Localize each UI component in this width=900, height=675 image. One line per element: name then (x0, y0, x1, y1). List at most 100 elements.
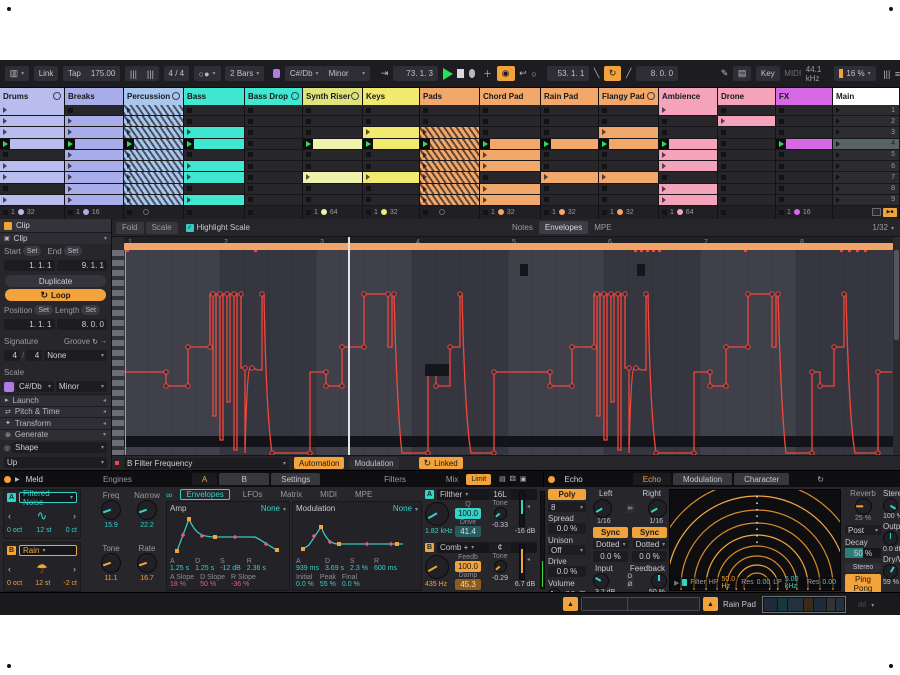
kbd-split-icon[interactable]: ▤ (499, 475, 506, 483)
hot-swap-icon[interactable]: ↻ (817, 475, 824, 484)
fold-button[interactable]: Fold (116, 222, 144, 234)
clip-slot[interactable] (65, 195, 123, 206)
engine-selector[interactable]: BRain▾ (4, 543, 80, 558)
clip-slot[interactable] (303, 184, 362, 195)
filter-level-slider[interactable] (519, 544, 525, 580)
clip-slot[interactable] (776, 105, 832, 116)
clip-slot[interactable] (718, 139, 775, 150)
pan-field[interactable]: ¢ (489, 542, 511, 553)
clip-slot[interactable] (0, 195, 64, 206)
meld-tab-b[interactable]: B (219, 473, 269, 485)
clip[interactable] (480, 195, 540, 205)
clip[interactable] (420, 172, 479, 182)
clip[interactable] (65, 161, 123, 171)
stop-button[interactable] (457, 69, 464, 78)
meld-tab-matrix[interactable]: Matrix (275, 489, 307, 500)
tune-field[interactable]: 0 oct (7, 527, 22, 534)
drywet-knob[interactable] (883, 564, 898, 579)
slider-handle-icon[interactable]: ◂ (527, 556, 530, 563)
capture-midi-button[interactable]: ○ (531, 69, 536, 79)
clip-slot[interactable] (480, 150, 540, 161)
track-header[interactable]: Chord Pad (480, 88, 540, 105)
window-mode-icon[interactable]: ▥▾ (5, 66, 30, 81)
clip-slot[interactable] (0, 184, 64, 195)
clip[interactable] (480, 150, 540, 160)
groove-select[interactable]: None▾ (44, 350, 107, 361)
output-knob[interactable] (883, 531, 898, 546)
tune-field[interactable]: 0 oct (7, 580, 22, 587)
track-stop-button[interactable] (779, 210, 784, 215)
stop-all-clips-button[interactable]: ▶■ (883, 208, 897, 217)
macro-knob[interactable] (137, 553, 157, 573)
duplicate-button[interactable]: Duplicate (5, 275, 106, 287)
next-engine-icon[interactable]: › (73, 564, 76, 574)
tab-notes[interactable]: Notes (506, 221, 539, 234)
automation-curve[interactable] (124, 250, 893, 455)
clip-slot[interactable] (0, 105, 64, 116)
macro-knob[interactable] (101, 500, 121, 520)
clip-slot[interactable] (303, 105, 362, 116)
track-header[interactable]: Bass (184, 88, 244, 105)
meld-engines-tab[interactable]: Engines (103, 475, 132, 484)
clip[interactable] (65, 127, 123, 137)
metronome-button[interactable]: ○●▾ (194, 66, 221, 81)
scene-slot[interactable]: 5 (833, 150, 899, 161)
clip-slot[interactable] (659, 184, 717, 195)
linked-button[interactable]: ↻Linked (419, 457, 463, 469)
echo-right-time-knob[interactable] (648, 499, 667, 518)
clip[interactable] (659, 161, 717, 171)
clip-slot[interactable] (65, 172, 123, 183)
clip-slot[interactable] (303, 139, 362, 150)
scale-fold-button[interactable]: Scale (146, 222, 178, 234)
set-end-button[interactable]: Set (64, 246, 83, 256)
clip[interactable] (0, 172, 64, 182)
nudge-down-button[interactable]: ||| (125, 66, 142, 81)
clip-slot[interactable] (659, 161, 717, 172)
clip[interactable] (480, 161, 540, 171)
menu-icon[interactable]: ≡ (895, 69, 900, 79)
engine-type-select[interactable]: Filtered Noise▾ (19, 492, 77, 503)
param-field[interactable]: 41.4 (455, 526, 481, 537)
clip-slot[interactable] (776, 161, 832, 172)
clip-slot[interactable] (599, 127, 658, 138)
scene-slot[interactable]: 8 (833, 184, 899, 195)
clip[interactable] (599, 172, 658, 182)
clip-slot[interactable] (303, 161, 362, 172)
clip[interactable] (65, 184, 123, 194)
track-header[interactable]: FX (776, 88, 832, 105)
echo-input-knob[interactable] (593, 573, 609, 589)
clip-slot[interactable] (420, 184, 479, 195)
clip[interactable] (124, 116, 183, 126)
clip-slot[interactable] (480, 116, 540, 127)
clip-slot[interactable] (599, 105, 658, 116)
clip-slot[interactable] (184, 116, 244, 127)
draw-mode-button[interactable]: ✎ (721, 68, 729, 79)
clip-slot[interactable] (420, 116, 479, 127)
clip[interactable] (184, 172, 244, 182)
clip-slot[interactable] (184, 184, 244, 195)
clip[interactable] (303, 139, 362, 149)
echo-visualizer[interactable]: ▶ Filter HP50.0 Hz Res0.00 LP5.00 kHz Re… (669, 489, 841, 591)
track-stop-button[interactable] (721, 210, 726, 215)
param-value[interactable]: 0.0 % (342, 581, 360, 588)
clip-slot[interactable] (363, 116, 419, 127)
clip-slot[interactable] (420, 105, 479, 116)
clip-end-field[interactable]: 9. 1. 1 (57, 260, 108, 271)
quantization-menu[interactable]: 2 Bars▾ (225, 66, 264, 81)
link-button[interactable]: Link (34, 66, 59, 81)
reverb-position-select[interactable]: Post▾ (845, 525, 881, 535)
clip-slot[interactable] (124, 139, 183, 150)
echo-tab-modulation[interactable]: Modulation (673, 473, 732, 485)
clip-slot[interactable] (718, 105, 775, 116)
echo-title[interactable]: Echo (565, 475, 583, 484)
clip[interactable] (0, 127, 64, 137)
clip-slot[interactable] (718, 161, 775, 172)
spread-field[interactable]: 0.0 % (548, 523, 586, 534)
clip-play-button[interactable] (65, 139, 75, 149)
track-stop-button[interactable] (483, 210, 488, 215)
echo-filter-bar[interactable]: ▶ Filter HP50.0 Hz Res0.00 LP5.00 kHz Re… (670, 577, 840, 588)
clip-slot[interactable] (776, 195, 832, 206)
clip-play-button[interactable] (363, 139, 373, 149)
clip-slot[interactable] (659, 195, 717, 206)
track-header[interactable]: Drone (718, 88, 775, 105)
